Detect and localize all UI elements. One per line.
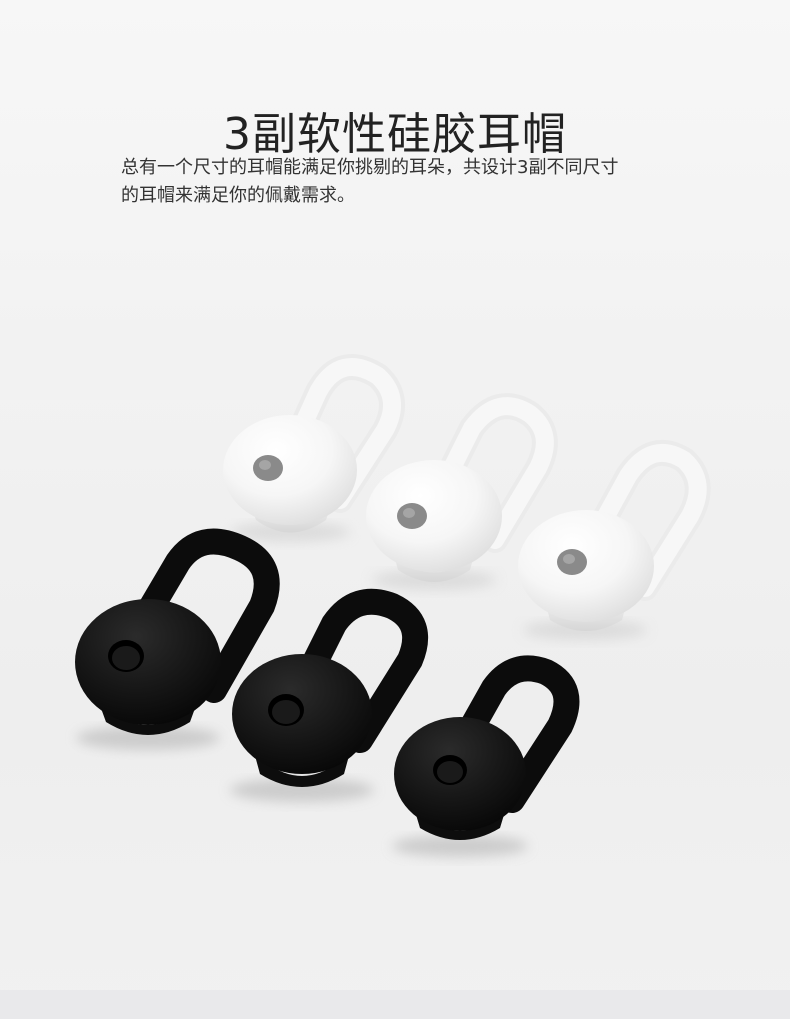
black-ear-tip-small: [392, 655, 580, 857]
ear-tips-product-image: [75, 354, 711, 857]
feature-description: 总有一个尺寸的耳帽能满足你挑剔的耳朵，共设计3副不同尺寸 的耳帽来满足你的佩戴需…: [121, 154, 731, 210]
bottom-band: [0, 990, 790, 1019]
description-line-1: 总有一个尺寸的耳帽能满足你挑剔的耳朵，共设计3副不同尺寸: [121, 157, 619, 178]
product-detail-page: 3副软性硅胶耳帽 总有一个尺寸的耳帽能满足你挑剔的耳朵，共设计3副不同尺寸 的耳…: [0, 0, 790, 1019]
description-line-2: 的耳帽来满足你的佩戴需求。: [121, 185, 355, 206]
